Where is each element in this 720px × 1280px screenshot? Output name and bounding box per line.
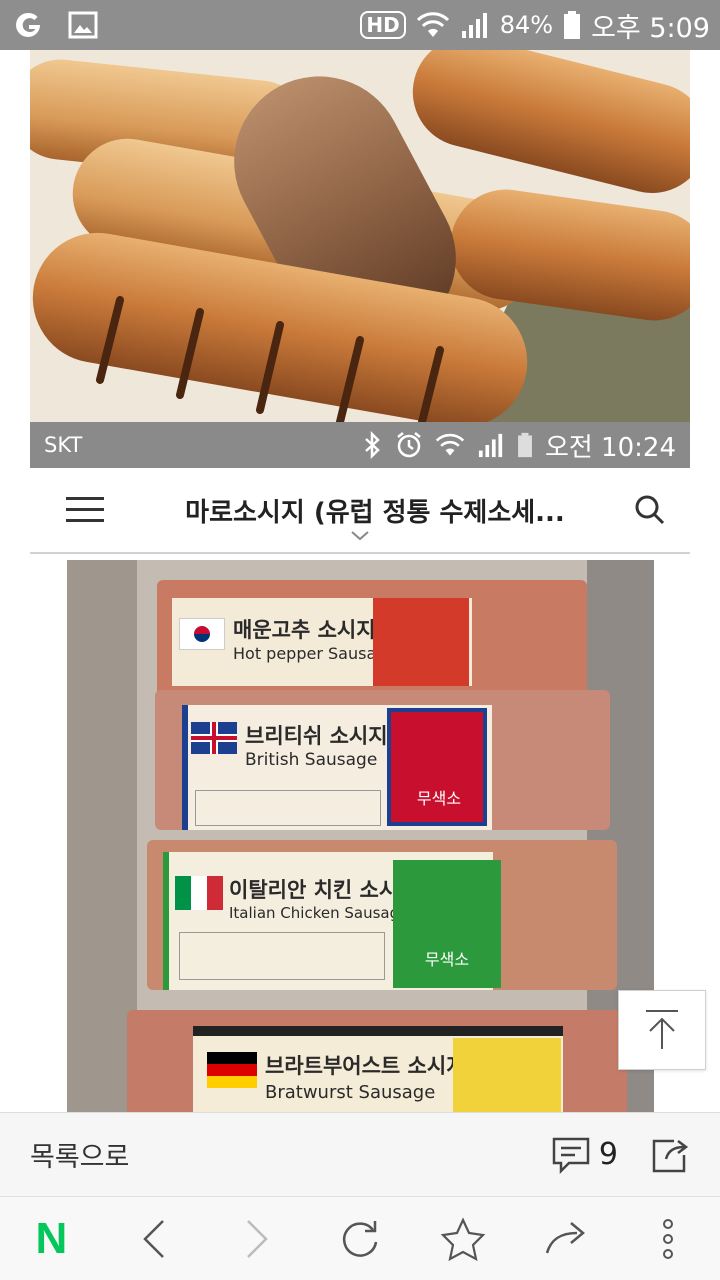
british-info-box [195,790,381,826]
status-bar: HD 84% 오후 5:09 [0,0,720,50]
bratwurst-korean: 브라트부어스트 소시지 [265,1054,466,1078]
inner-status-bar: SKT 오전 10:24 [30,422,690,468]
naver-home-button[interactable]: N [11,1199,91,1279]
chevron-down-icon[interactable] [348,528,372,544]
clock: 오후 5:09 [591,12,710,44]
share-icon [652,1139,689,1172]
sausage-packages-photo: 매운고추 소시지 Hot pepper Sausage 브리티쉬 소시지 Bri… [67,560,654,1112]
browser-nav-bar: N [0,1196,720,1280]
back-to-list-link[interactable]: 목록으로 [30,1135,129,1174]
bookmark-button[interactable] [423,1199,503,1279]
italian-korean: 이탈리안 치킨 소시지 [229,878,418,902]
italian-no-color-badge: 무색소 [424,950,470,969]
scroll-to-top-button[interactable] [618,990,706,1070]
bratwurst-english: Bratwurst Sausage [265,1082,436,1103]
korea-flag-icon [179,618,225,650]
forward-button[interactable] [217,1199,297,1279]
search-button[interactable] [610,467,690,553]
star-icon [440,1216,486,1261]
screen: HD 84% 오후 5:09 SKT 오전 10:24 마로소시지 (유럽 정통… [0,0,720,1280]
hd-badge: HD [360,11,406,39]
comments-button[interactable]: 9 [551,1136,618,1174]
italian-info-box [179,932,385,980]
battery-percent: 84% [499,11,554,39]
hot-pepper-korean: 매운고추 소시지 [233,618,376,642]
gallery-icon [68,11,98,39]
bratwurst-brand-panel [453,1038,561,1112]
wifi-icon [416,12,449,37]
italian-english: Italian Chicken Sausage [229,904,409,922]
british-no-color-badge: 무색소 [416,789,462,808]
hot-pepper-brand-badge [373,598,469,686]
inner-signal-icon [478,433,503,458]
arrow-up-icon [646,1010,678,1049]
inner-clock: 오전 10:24 [544,432,676,463]
more-vertical-icon [663,1218,674,1259]
british-korean: 브리티쉬 소시지 [245,724,388,748]
article-bottom-bar: 목록으로 9 [0,1112,720,1196]
comment-icon [552,1137,590,1174]
page-title[interactable]: 마로소시지 (유럽 정통 수제소세... [140,492,610,529]
alarm-icon [397,432,421,458]
share-button[interactable] [652,1137,690,1173]
hamburger-icon [66,497,104,522]
bluetooth-icon [365,431,380,459]
menu-button[interactable] [30,467,140,553]
back-button[interactable] [114,1199,194,1279]
signal-icon [461,13,487,38]
forward-arrow-icon [545,1221,585,1253]
inner-wifi-icon [435,433,465,456]
grilled-sausage-photo [30,50,690,422]
comment-count: 9 [598,1137,618,1172]
refresh-icon [342,1220,378,1257]
british-english: British Sausage [245,750,378,770]
share-page-button[interactable] [526,1199,606,1279]
uk-flag-icon [191,722,237,754]
chevron-left-icon [143,1219,165,1258]
more-menu-button[interactable] [628,1199,708,1279]
carrier-label: SKT [44,433,83,457]
refresh-button[interactable] [320,1199,400,1279]
search-icon [635,495,665,525]
inner-battery-icon [518,432,532,458]
naver-logo: N [35,1213,68,1263]
embedded-screenshot: SKT 오전 10:24 마로소시지 (유럽 정통 수제소세... 매운고추 소… [30,50,690,1112]
app-g-icon [16,12,40,37]
battery-icon [564,11,581,39]
chevron-right-icon [247,1219,268,1258]
italy-flag-icon [175,876,223,910]
germany-flag-icon [207,1052,257,1088]
hot-pepper-english: Hot pepper Sausage [233,644,397,663]
